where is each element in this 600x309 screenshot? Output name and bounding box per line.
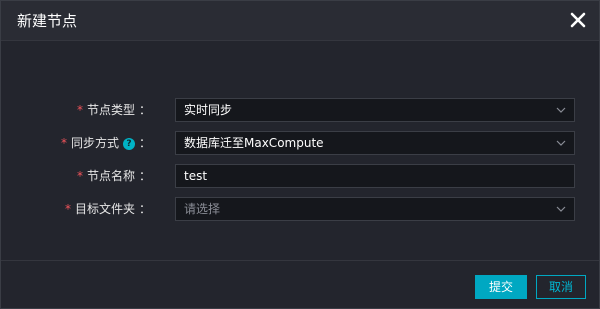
target-folder-select[interactable]: 请选择 — [175, 197, 575, 221]
dialog-header: 新建节点 — [1, 1, 599, 41]
chevron-down-icon — [556, 206, 566, 212]
node-name-value: test — [184, 169, 208, 183]
cancel-button[interactable]: 取消 — [536, 275, 586, 299]
dialog-body: * 节点类型： 实时同步 * 同步方式?： 数据库迁至MaxCompute * 节点名… — [1, 41, 599, 260]
node-type-value: 实时同步 — [184, 103, 233, 117]
sync-method-label: * 同步方式?： — [60, 136, 151, 150]
dialog-footer: 提交 取消 — [1, 260, 599, 308]
chevron-down-icon — [556, 107, 566, 113]
node-name-label: * 节点名称： — [76, 169, 151, 183]
required-mark: * — [76, 103, 83, 117]
help-icon[interactable]: ? — [122, 137, 135, 150]
required-mark: * — [64, 202, 71, 216]
new-node-dialog: 新建节点 * 节点类型： 实时同步 * 同步方式?： 数据库迁至MaxCompute — [0, 0, 600, 309]
submit-button[interactable]: 提交 — [475, 275, 527, 299]
node-name-input[interactable]: test — [175, 164, 575, 188]
sync-method-select[interactable]: 数据库迁至MaxCompute — [175, 131, 575, 155]
target-folder-row: * 目标文件夹： 请选择 — [1, 197, 599, 221]
target-folder-placeholder: 请选择 — [184, 202, 221, 216]
required-mark: * — [76, 169, 83, 183]
sync-method-row: * 同步方式?： 数据库迁至MaxCompute — [1, 131, 599, 155]
dialog-title: 新建节点 — [17, 12, 78, 30]
node-type-label: * 节点类型： — [76, 103, 151, 117]
node-type-row: * 节点类型： 实时同步 — [1, 98, 599, 122]
chevron-down-icon — [556, 140, 566, 146]
close-icon[interactable] — [569, 11, 587, 29]
target-folder-label: * 目标文件夹： — [64, 202, 151, 216]
sync-method-value: 数据库迁至MaxCompute — [184, 136, 324, 150]
node-type-select[interactable]: 实时同步 — [175, 98, 575, 122]
node-name-row: * 节点名称： test — [1, 164, 599, 188]
required-mark: * — [60, 136, 67, 150]
